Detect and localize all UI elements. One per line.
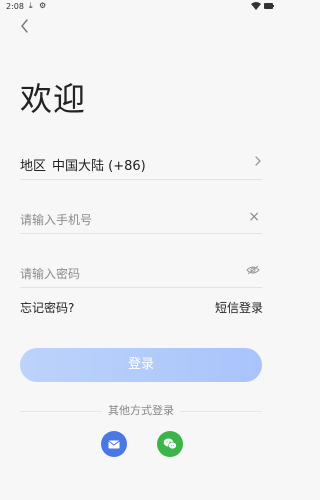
phone-field[interactable]: 请输入手机号 ×: [20, 205, 262, 234]
close-icon[interactable]: ×: [248, 209, 260, 225]
status-time: 2:08: [6, 2, 24, 11]
battery-icon: [264, 3, 274, 9]
wechat-login-button[interactable]: [157, 431, 183, 457]
login-button[interactable]: 登录: [20, 348, 262, 382]
eye-off-icon[interactable]: [246, 265, 260, 275]
back-icon[interactable]: [18, 18, 32, 34]
status-bar: 2:08 ⤓ ⚙: [0, 0, 281, 14]
region-value: 中国大陆 (+86): [52, 159, 146, 174]
password-field[interactable]: 请输入密码: [20, 259, 262, 288]
settings-icon: ⚙: [39, 1, 47, 10]
password-placeholder: 请输入密码: [20, 267, 81, 281]
forgot-password-link[interactable]: 忘记密码?: [20, 299, 74, 316]
other-login-title: 其他方式登录: [20, 402, 262, 418]
wechat-icon: [163, 438, 177, 450]
download-icon: ⤓: [29, 1, 33, 10]
other-login-label: 其他方式登录: [102, 404, 180, 417]
chevron-right-icon: [255, 156, 261, 166]
wifi-icon: [251, 2, 261, 10]
region-label: 地区: [20, 159, 47, 174]
mail-icon: [108, 440, 120, 448]
region-selector[interactable]: 地区 中国大陆 (+86): [20, 151, 262, 180]
sms-login-link[interactable]: 短信登录: [215, 299, 263, 316]
page-title: 欢迎: [20, 80, 87, 118]
phone-placeholder: 请输入手机号: [20, 213, 93, 227]
mail-login-button[interactable]: [101, 431, 127, 457]
